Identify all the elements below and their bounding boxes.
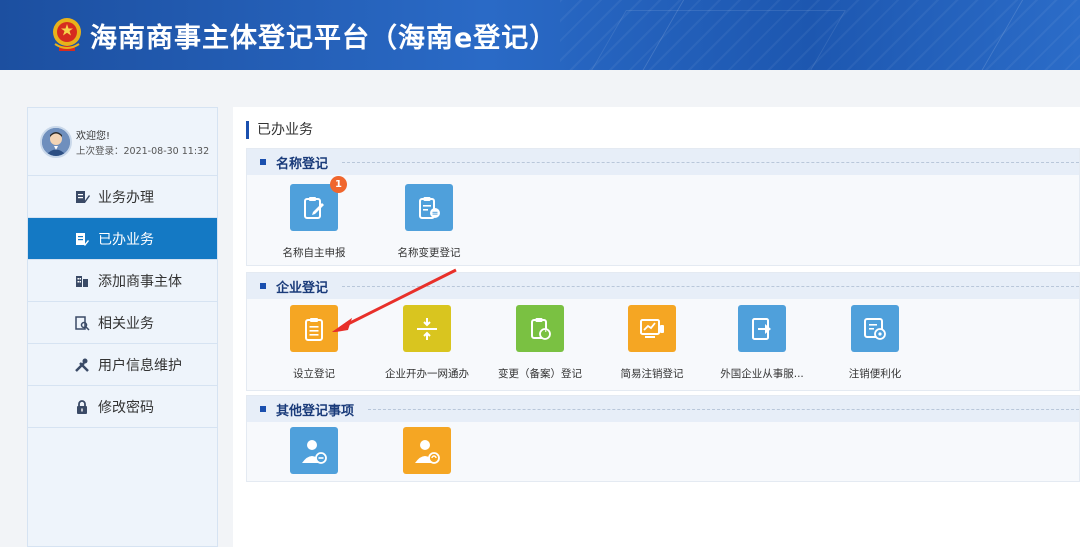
search-doc-icon [74, 315, 90, 331]
sidebar-item-related[interactable]: 相关业务 [28, 302, 217, 344]
header-banner: 海南商事主体登记平台（海南e登记） [0, 0, 1080, 70]
tile-establish[interactable]: 设立登记 [279, 305, 349, 381]
platform-title: 海南商事主体登记平台（海南e登记） [90, 23, 558, 54]
tile-foreign-enterprise[interactable]: 外国企业从事服... [712, 305, 812, 381]
clipboard-icon [290, 305, 338, 352]
user-info: 欢迎您! 上次登录：2021-08-30 11:32 [28, 108, 217, 176]
welcome-text: 欢迎您! [76, 131, 111, 142]
last-login-text: 上次登录：2021-08-30 11:32 [76, 146, 210, 157]
sidebar-item-label: 添加商事主体 [98, 273, 182, 290]
pen-doc-icon [74, 189, 90, 205]
sidebar-item-business[interactable]: 业务办理 [28, 176, 217, 218]
tile-label: 外国企业从事服... [720, 368, 804, 380]
tile-label: 设立登记 [293, 368, 335, 380]
sidebar-item-label: 相关业务 [98, 315, 154, 332]
tile-label: 注销便利化 [848, 368, 902, 380]
section-enterprise-registration: 企业登记 设立登记 企业开办一网通办 变更（备案）登记 简易注销登记 外国企业从… [246, 272, 1080, 391]
section-header: 其他登记事项 [247, 396, 1079, 422]
tile-cancel-convenience[interactable]: 注销便利化 [835, 305, 915, 381]
sidebar-item-label: 用户信息维护 [98, 357, 182, 374]
section-title: 名称登记 [276, 156, 329, 172]
tile-label: 变更（备案）登记 [498, 368, 582, 380]
clipboard-edit-icon: 1 [290, 176, 347, 231]
user-sync-icon [403, 427, 451, 474]
merge-arrows-icon [403, 305, 451, 352]
section-title: 企业登记 [276, 280, 329, 296]
building-icon [74, 273, 90, 289]
tile-name-change[interactable]: 名称变更登记 [389, 184, 469, 260]
tile-label: 名称自主申报 [282, 247, 346, 259]
lock-icon [74, 399, 90, 415]
clipboard-refresh-icon [516, 305, 564, 352]
section-header: 名称登记 [247, 149, 1079, 175]
sidebar: 欢迎您! 上次登录：2021-08-30 11:32 业务办理 已办业务 添加商… [27, 107, 218, 547]
national-emblem-icon [53, 18, 81, 51]
tile-other-2[interactable] [392, 427, 462, 488]
tile-one-stop[interactable]: 企业开办一网通办 [377, 305, 477, 381]
tile-change-record[interactable]: 变更（备案）登记 [490, 305, 590, 381]
sidebar-item-label: 业务办理 [98, 189, 154, 206]
doc-settings-icon [851, 305, 899, 352]
avatar [40, 126, 72, 158]
tile-simple-cancel[interactable]: 简易注销登记 [607, 305, 697, 381]
tile-label: 名称变更登记 [397, 247, 461, 259]
sidebar-item-completed[interactable]: 已办业务 [28, 218, 217, 260]
page-title: 已办业务 [246, 121, 313, 139]
monitor-chart-icon [628, 305, 676, 352]
tile-name-declare[interactable]: 1 名称自主申报 [279, 176, 349, 260]
sidebar-item-label: 修改密码 [98, 399, 154, 416]
exit-arrow-icon [738, 305, 786, 352]
section-header: 企业登记 [247, 273, 1079, 299]
tile-label: 简易注销登记 [620, 368, 684, 380]
section-title: 其他登记事项 [276, 403, 355, 419]
doc-edit-icon [74, 231, 90, 247]
tile-other-1[interactable] [279, 427, 349, 488]
user-remove-icon [290, 427, 338, 474]
sidebar-item-add-entity[interactable]: 添加商事主体 [28, 260, 217, 302]
notification-badge: 1 [330, 176, 347, 193]
sidebar-item-password[interactable]: 修改密码 [28, 386, 217, 428]
sidebar-item-label: 已办业务 [98, 231, 154, 248]
section-other-registration: 其他登记事项 [246, 395, 1080, 482]
main-panel: 已办业务 名称登记 1 名称自主申报 名称变更登记 企业登记 设立登记 企业开办… [233, 107, 1080, 547]
tools-icon [74, 357, 90, 373]
tile-label: 企业开办一网通办 [385, 368, 469, 380]
sidebar-item-user-info[interactable]: 用户信息维护 [28, 344, 217, 386]
section-name-registration: 名称登记 1 名称自主申报 名称变更登记 [246, 148, 1080, 266]
clipboard-list-icon [405, 184, 453, 231]
